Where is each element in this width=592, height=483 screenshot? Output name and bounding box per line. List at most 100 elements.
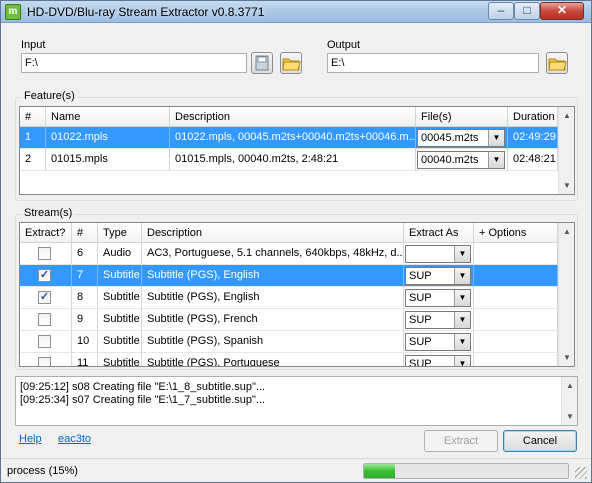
extract-as-select[interactable]: SUP ▼ xyxy=(405,333,471,351)
feature-file-select[interactable]: 00040.m2ts ▼ xyxy=(417,151,505,169)
resize-grip-icon[interactable] xyxy=(575,467,587,479)
stream-type: Subtitle xyxy=(98,265,142,287)
scroll-up-icon[interactable]: ▲ xyxy=(559,223,574,240)
options-cell[interactable] xyxy=(474,287,558,309)
input-browse-button[interactable] xyxy=(280,52,302,74)
chevron-down-icon[interactable]: ▼ xyxy=(454,312,470,328)
feature-duration: 02:49:29 xyxy=(508,127,558,149)
feature-file-value: 00045.m2ts xyxy=(421,132,479,144)
app-icon: m xyxy=(5,4,21,20)
extract-checkbox[interactable] xyxy=(38,335,51,348)
extract-checkbox[interactable]: ✓ xyxy=(38,291,51,304)
stream-type: Subtitle xyxy=(98,353,142,366)
scroll-up-icon[interactable]: ▲ xyxy=(559,107,574,124)
feature-row[interactable]: 1 01022.mpls 01022.mpls, 00045.m2ts+0004… xyxy=(20,127,558,149)
chevron-down-icon[interactable]: ▼ xyxy=(454,290,470,306)
scroll-up-icon[interactable]: ▲ xyxy=(562,377,577,394)
streams-scrollbar[interactable]: ▲ ▼ xyxy=(558,223,574,366)
cancel-button[interactable]: Cancel xyxy=(503,430,577,452)
chevron-down-icon[interactable]: ▼ xyxy=(454,356,470,366)
stream-num: 6 xyxy=(72,243,98,265)
chevron-down-icon[interactable]: ▼ xyxy=(488,152,504,168)
input-disk-button[interactable] xyxy=(251,52,273,74)
stream-description: Subtitle (PGS), Spanish xyxy=(142,331,404,353)
options-cell[interactable] xyxy=(474,265,558,287)
options-cell[interactable] xyxy=(474,243,558,265)
chevron-down-icon[interactable]: ▼ xyxy=(454,268,470,284)
col-header-num[interactable]: # xyxy=(20,107,46,127)
feature-name: 01015.mpls xyxy=(46,149,170,171)
scroll-down-icon[interactable]: ▼ xyxy=(562,408,577,425)
status-bar: process (15%) xyxy=(1,458,591,482)
chevron-down-icon[interactable]: ▼ xyxy=(488,130,504,146)
extract-cell xyxy=(20,243,72,265)
features-scrollbar[interactable]: ▲ ▼ xyxy=(558,107,574,194)
extract-cell: ✓ xyxy=(20,287,72,309)
extract-as-cell: ▼ xyxy=(404,243,474,265)
stream-row[interactable]: 9 Subtitle Subtitle (PGS), French SUP ▼ xyxy=(20,309,558,331)
extract-as-select[interactable]: SUP ▼ xyxy=(405,311,471,329)
maximize-button[interactable]: □ xyxy=(514,2,540,20)
col-header-name[interactable]: Name xyxy=(46,107,170,127)
output-path-field[interactable]: E:\ xyxy=(327,53,539,73)
scroll-down-icon[interactable]: ▼ xyxy=(559,177,574,194)
col-header-extract-as[interactable]: Extract As xyxy=(404,223,474,243)
chevron-down-icon[interactable]: ▼ xyxy=(454,334,470,350)
col-header-duration[interactable]: Duration xyxy=(508,107,558,127)
minimize-button[interactable]: – xyxy=(488,2,514,20)
extract-checkbox[interactable] xyxy=(38,247,51,260)
stream-row[interactable]: 11 Subtitle Subtitle (PGS), Portuguese S… xyxy=(20,353,558,366)
progress-fill xyxy=(364,464,395,478)
extract-button[interactable]: Extract xyxy=(424,430,498,452)
extract-checkbox[interactable] xyxy=(38,357,51,366)
extract-checkbox[interactable] xyxy=(38,313,51,326)
options-cell[interactable] xyxy=(474,353,558,366)
log-line: [09:25:34] s07 Creating file "E:\1_7_sub… xyxy=(20,394,266,406)
extract-as-select[interactable]: ▼ xyxy=(405,245,471,263)
log-textarea[interactable]: [09:25:12] s08 Creating file "E:\1_8_sub… xyxy=(15,376,578,426)
stream-row[interactable]: 6 Audio AC3, Portuguese, 5.1 channels, 6… xyxy=(20,243,558,265)
extract-checkbox[interactable]: ✓ xyxy=(38,269,51,282)
help-link[interactable]: Help xyxy=(19,433,42,445)
feature-file-select[interactable]: 00045.m2ts ▼ xyxy=(417,129,505,147)
col-header-options[interactable]: + Options xyxy=(474,223,558,243)
stream-row[interactable]: 10 Subtitle Subtitle (PGS), Spanish SUP … xyxy=(20,331,558,353)
col-header-description[interactable]: Description xyxy=(142,223,404,243)
options-cell[interactable] xyxy=(474,309,558,331)
extract-as-select[interactable]: SUP ▼ xyxy=(405,355,471,366)
stream-description: Subtitle (PGS), French xyxy=(142,309,404,331)
folder-open-icon xyxy=(282,58,301,71)
close-button[interactable]: ✕ xyxy=(540,2,584,20)
title-bar[interactable]: m HD-DVD/Blu-ray Stream Extractor v0.8.3… xyxy=(1,1,591,23)
extract-as-select[interactable]: SUP ▼ xyxy=(405,267,471,285)
extract-as-cell: SUP ▼ xyxy=(404,265,474,287)
col-header-num[interactable]: # xyxy=(72,223,98,243)
scroll-down-icon[interactable]: ▼ xyxy=(559,349,574,366)
output-browse-button[interactable] xyxy=(546,52,568,74)
stream-description: Subtitle (PGS), English xyxy=(142,287,404,309)
stream-description: Subtitle (PGS), English xyxy=(142,265,404,287)
feature-num: 1 xyxy=(20,127,46,149)
col-header-extract[interactable]: Extract? xyxy=(20,223,72,243)
feature-row[interactable]: 2 01015.mpls 01015.mpls, 00040.m2ts, 2:4… xyxy=(20,149,558,171)
stream-row[interactable]: ✓ 8 Subtitle Subtitle (PGS), English SUP… xyxy=(20,287,558,309)
extract-as-value: SUP xyxy=(409,314,432,326)
chevron-down-icon[interactable]: ▼ xyxy=(454,246,470,262)
features-group-title: Feature(s) xyxy=(22,90,77,102)
eac3to-link[interactable]: eac3to xyxy=(58,433,91,445)
feature-num: 2 xyxy=(20,149,46,171)
col-header-files[interactable]: File(s) xyxy=(416,107,508,127)
feature-description: 01022.mpls, 00045.m2ts+00040.m2ts+00046.… xyxy=(170,127,416,149)
feature-file-value: 00040.m2ts xyxy=(421,154,479,166)
col-header-description[interactable]: Description xyxy=(170,107,416,127)
streams-group-title: Stream(s) xyxy=(22,207,75,219)
options-cell[interactable] xyxy=(474,331,558,353)
log-scrollbar[interactable]: ▲ ▼ xyxy=(561,377,577,425)
stream-row[interactable]: ✓ 7 Subtitle Subtitle (PGS), English SUP… xyxy=(20,265,558,287)
streams-header: Extract? # Type Description Extract As +… xyxy=(20,223,558,243)
status-text: process (15%) xyxy=(7,465,78,477)
input-path-field[interactable]: F:\ xyxy=(21,53,247,73)
extract-as-select[interactable]: SUP ▼ xyxy=(405,289,471,307)
col-header-type[interactable]: Type xyxy=(98,223,142,243)
extract-as-cell: SUP ▼ xyxy=(404,287,474,309)
